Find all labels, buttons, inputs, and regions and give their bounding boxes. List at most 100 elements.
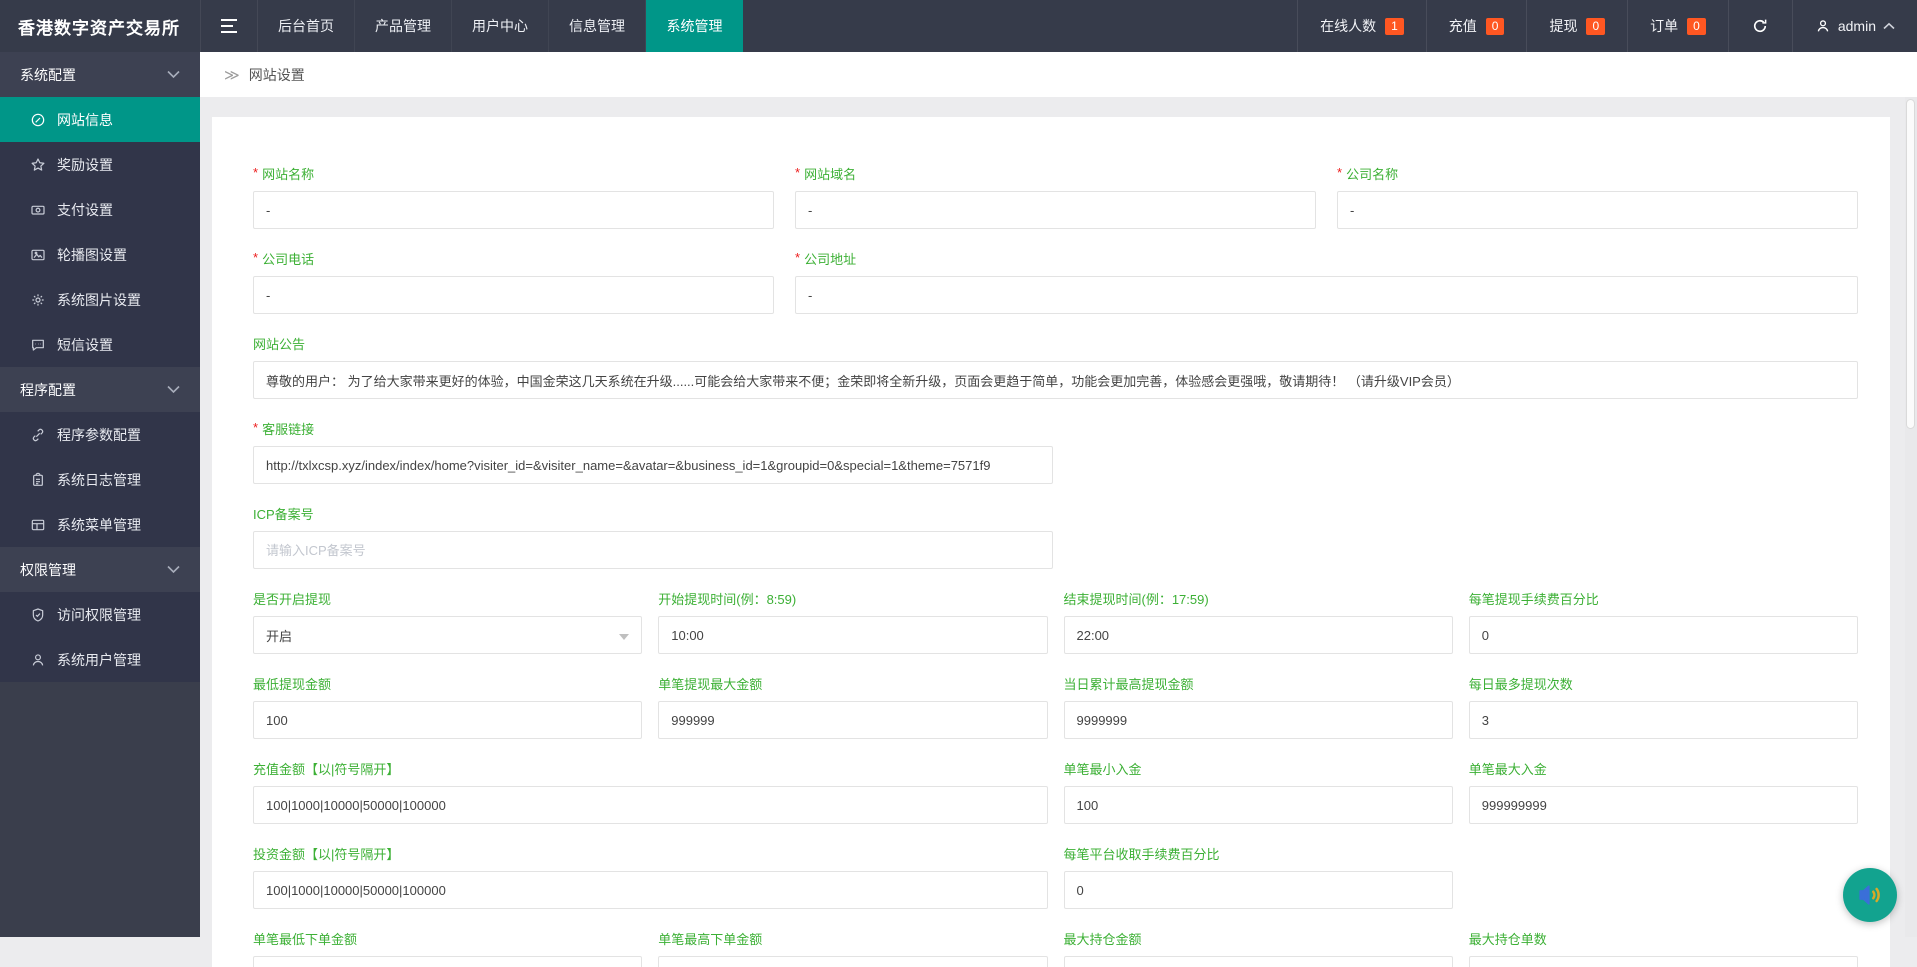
section-title: 系统配置	[20, 66, 76, 83]
invest-amounts-input[interactable]	[253, 871, 1048, 909]
service-link-input[interactable]	[253, 446, 1053, 484]
nav-item-home[interactable]: 后台首页	[258, 0, 355, 52]
company-phone-input[interactable]	[253, 276, 774, 314]
star-icon	[30, 157, 46, 173]
min-withdraw-amount-input[interactable]	[253, 701, 643, 739]
field-label: 当日累计最高提现金额	[1063, 677, 1194, 692]
field-min-withdraw: 最低提现金额	[253, 677, 643, 739]
company-name-input[interactable]	[1337, 191, 1858, 229]
orders-label: 订单	[1650, 18, 1679, 34]
max-position-count-input[interactable]	[1468, 956, 1858, 967]
chevron-down-icon	[167, 385, 180, 394]
audio-announcement-button[interactable]	[1843, 868, 1897, 922]
withdraw-enabled-select[interactable]: 开启	[253, 616, 643, 654]
refresh-button[interactable]	[1727, 0, 1792, 52]
refresh-icon	[1751, 17, 1769, 35]
sidebar-item-system-images[interactable]: 系统图片设置	[0, 277, 200, 322]
site-announcement-input[interactable]	[253, 361, 1858, 399]
field-site-announcement: 网站公告	[253, 337, 1858, 399]
breadcrumb-icon: ≫	[224, 66, 240, 84]
min-order-amount-input[interactable]	[253, 956, 643, 967]
max-single-deposit-input[interactable]	[1468, 786, 1858, 824]
sidebar-item-access-permission[interactable]: 访问权限管理	[0, 592, 200, 637]
withdraw-stat[interactable]: 提现 0	[1526, 0, 1627, 52]
sidebar-item-sms-settings[interactable]: 短信设置	[0, 322, 200, 367]
scrollbar-thumb[interactable]	[1906, 99, 1915, 429]
field-site-domain: * 网站域名	[795, 165, 1316, 229]
link-icon	[30, 427, 46, 443]
field-label: 每笔平台收取手续费百分比	[1063, 847, 1220, 862]
section-title: 程序配置	[20, 381, 76, 398]
icp-number-input[interactable]	[253, 531, 1053, 569]
field-label: 最大持仓单数	[1468, 932, 1547, 947]
min-single-deposit-input[interactable]	[1063, 786, 1453, 824]
recharge-stat[interactable]: 充值 0	[1425, 0, 1527, 52]
nav-item-products[interactable]: 产品管理	[355, 0, 452, 52]
field-label: 每日最多提现次数	[1468, 677, 1573, 692]
sidebar-section-system-config[interactable]: 系统配置	[0, 52, 200, 97]
settings-form-card: *网站名称 *网站域名 *公司名称 *公司电话 *公司地址	[212, 117, 1890, 967]
nav-item-info[interactable]: 信息管理	[549, 0, 646, 52]
sidebar-item-payment-settings[interactable]: 支付设置	[0, 187, 200, 232]
sidebar-item-site-info[interactable]: 网站信息	[0, 97, 200, 142]
sidebar-item-label: 系统图片设置	[57, 291, 141, 308]
sidebar-item-label: 网站信息	[57, 111, 113, 128]
field-label: 单笔最小入金	[1063, 762, 1142, 777]
field-max-daily-withdraw-count: 每日最多提现次数	[1468, 677, 1858, 739]
sidebar-item-system-menus[interactable]: 系统菜单管理	[0, 502, 200, 547]
nav-item-users[interactable]: 用户中心	[452, 0, 549, 52]
field-invest-amounts: 投资金额【以|符号隔开】	[253, 847, 1048, 909]
page-title: 网站设置	[248, 66, 305, 83]
max-daily-withdraw-input[interactable]	[1063, 701, 1453, 739]
max-order-amount-input[interactable]	[658, 956, 1048, 967]
withdraw-end-time-input[interactable]	[1063, 616, 1453, 654]
sidebar-item-carousel-settings[interactable]: 轮播图设置	[0, 232, 200, 277]
required-asterisk: *	[795, 250, 801, 265]
withdraw-fee-percent-input[interactable]	[1468, 616, 1858, 654]
user-icon	[1815, 18, 1831, 34]
app-logo: 香港数字资产交易所	[18, 18, 180, 38]
field-icp-number: ICP备案号	[253, 507, 1053, 569]
nav-item-system[interactable]: 系统管理	[646, 0, 743, 52]
chevron-down-icon	[167, 565, 180, 574]
field-site-name: * 网站名称	[253, 165, 774, 229]
company-address-input[interactable]	[795, 276, 1858, 314]
caret-down-icon	[619, 634, 630, 640]
sidebar-section-permission[interactable]: 权限管理	[0, 547, 200, 592]
field-label: 投资金额【以|符号隔开】	[253, 847, 400, 862]
sidebar-item-label: 系统日志管理	[57, 471, 141, 488]
site-name-input[interactable]	[253, 191, 774, 229]
field-withdraw-start-time: 开始提现时间(例：8:59)	[658, 592, 1048, 654]
platform-fee-percent-input[interactable]	[1063, 871, 1453, 909]
sidebar: 系统配置 网站信息 奖励设置 支付设置 轮播图设置 系统图片设置 短信设置 程序…	[0, 52, 200, 937]
field-label: 结束提现时间(例：17:59)	[1063, 592, 1209, 607]
sidebar-item-label: 程序参数配置	[57, 426, 141, 443]
field-max-position-amount: 最大持仓金额	[1063, 932, 1453, 967]
speaker-icon	[1855, 880, 1885, 910]
recharge-amounts-input[interactable]	[253, 786, 1048, 824]
sidebar-item-program-params[interactable]: 程序参数配置	[0, 412, 200, 457]
online-users-stat[interactable]: 在线人数 1	[1297, 0, 1426, 52]
field-company-address: * 公司地址	[795, 250, 1858, 314]
sidebar-item-label: 系统用户管理	[57, 651, 141, 668]
field-platform-fee-percent: 每笔平台收取手续费百分比	[1063, 847, 1453, 909]
max-daily-withdraw-count-input[interactable]	[1468, 701, 1858, 739]
sidebar-item-label: 系统菜单管理	[57, 516, 141, 533]
money-icon	[30, 202, 46, 218]
sidebar-item-system-users[interactable]: 系统用户管理	[0, 637, 200, 682]
sidebar-item-reward-settings[interactable]: 奖励设置	[0, 142, 200, 187]
withdraw-start-time-input[interactable]	[658, 616, 1048, 654]
sidebar-section-program-config[interactable]: 程序配置	[0, 367, 200, 412]
field-max-single-deposit: 单笔最大入金	[1468, 762, 1858, 824]
site-domain-input[interactable]	[795, 191, 1316, 229]
field-label: * 网站名称	[253, 165, 315, 182]
sidebar-item-system-logs[interactable]: 系统日志管理	[0, 457, 200, 502]
sidebar-item-label: 短信设置	[57, 336, 113, 353]
orders-stat[interactable]: 订单 0	[1627, 0, 1728, 52]
chevron-down-icon	[167, 70, 180, 79]
field-label: 最低提现金额	[253, 677, 332, 692]
max-single-withdraw-input[interactable]	[658, 701, 1048, 739]
admin-menu[interactable]: admin	[1791, 0, 1917, 52]
sidebar-toggle-button[interactable]	[200, 0, 258, 52]
max-position-amount-input[interactable]	[1063, 956, 1453, 967]
